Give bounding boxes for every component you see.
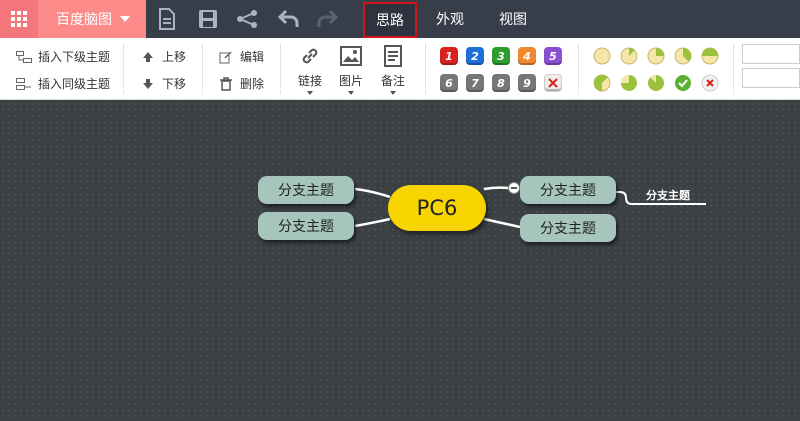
insert-child-label: 插入下级主题 [38,50,111,64]
link-icon [298,44,322,68]
left-branch-node[interactable]: 分支主题 [258,212,354,240]
progress-3-icon[interactable] [674,47,692,65]
dropdown-arrow-icon [348,91,354,95]
mindmap-canvas[interactable]: 分支主题 分支主题 PC6 分支主题 分支主题 分支主题 [0,101,800,421]
grid-icon [11,11,27,27]
left-branch-node[interactable]: 分支主题 [258,176,354,204]
separator [425,44,426,94]
separator [123,44,124,94]
priority-2-button[interactable]: 2 [466,47,484,65]
progress-0-icon[interactable] [593,47,611,65]
image-label: 图片 [338,74,363,88]
link-button[interactable]: 链接 [290,44,330,96]
delete-label: 删除 [240,77,265,91]
close-icon [548,78,558,88]
progress-6-icon[interactable] [620,74,638,92]
root-node[interactable]: PC6 [388,185,486,231]
note-button[interactable]: 备注 [373,44,413,96]
trash-icon [218,76,234,91]
image-icon [339,44,363,68]
progress-done-icon[interactable] [674,74,692,92]
delete-button[interactable]: 删除 [218,75,264,92]
search-input[interactable] [742,44,800,64]
arrow-down-icon [140,77,156,91]
progress-1-icon[interactable] [620,47,638,65]
dropdown-arrow-icon [390,91,396,95]
right-branch-node[interactable]: 分支主题 [520,214,616,242]
tab-appearance[interactable]: 外观 [425,0,475,38]
brand-label: 百度脑图 [56,12,112,28]
edit-label: 编辑 [240,50,265,64]
move-up-label: 上移 [162,50,187,64]
connector-lines [354,186,706,229]
share-icon[interactable] [236,8,258,30]
note-label: 备注 [380,74,405,88]
image-button[interactable]: 图片 [331,44,371,96]
priority-4-button[interactable]: 4 [518,47,536,65]
remove-progress-icon[interactable] [701,74,719,92]
dropdown-arrow-icon [307,91,313,95]
right-branch-node[interactable]: 分支主题 [520,176,616,204]
tab-view[interactable]: 视图 [488,0,538,38]
separator [202,44,203,94]
undo-icon[interactable] [278,8,300,30]
priority-6-button[interactable]: 6 [440,74,458,92]
new-document-icon[interactable] [156,8,178,30]
insert-child-button[interactable]: 插入下级主题 [16,48,110,65]
priority-8-button[interactable]: 8 [492,74,510,92]
move-up-button[interactable]: 上移 [140,48,186,65]
pencil-icon [218,50,234,64]
progress-2-icon[interactable] [647,47,665,65]
insert-sibling-icon [16,77,32,91]
save-icon[interactable] [197,8,219,30]
caret-down-icon [120,16,130,22]
ribbon-toolbar: 插入下级主题 插入同级主题 上移 下移 编辑 删除 链接 图片 备注 1 2 3… [0,38,800,100]
priority-3-button[interactable]: 3 [492,47,510,65]
insert-sibling-button[interactable]: 插入同级主题 [16,75,110,92]
move-down-label: 下移 [162,77,187,91]
priority-5-button[interactable]: 5 [544,47,562,65]
priority-1-button[interactable]: 1 [440,47,458,65]
progress-5-icon[interactable] [593,74,611,92]
progress-7-icon[interactable] [647,74,665,92]
move-down-button[interactable]: 下移 [140,75,186,92]
separator [733,44,734,94]
separator [578,44,579,94]
tab-idea[interactable]: 思路 [363,2,417,38]
progress-4-icon[interactable] [701,47,719,65]
top-bar: 百度脑图 思路 外观 视图 [0,0,800,38]
brand-menu-button[interactable]: 百度脑图 [38,0,146,38]
apps-menu-button[interactable] [0,0,38,38]
priority-7-button[interactable]: 7 [466,74,484,92]
edit-button[interactable]: 编辑 [218,48,264,65]
insert-child-icon [16,50,32,64]
link-label: 链接 [297,74,322,88]
sub-branch-node[interactable]: 分支主题 [646,187,690,203]
secondary-input[interactable] [742,68,800,88]
note-icon [381,44,405,68]
separator [280,44,281,94]
collapse-toggle-icon[interactable] [508,182,520,194]
priority-9-button[interactable]: 9 [518,74,536,92]
redo-icon[interactable] [316,8,338,30]
arrow-up-icon [140,50,156,64]
insert-sibling-label: 插入同级主题 [38,77,111,91]
remove-priority-button[interactable] [544,74,562,92]
